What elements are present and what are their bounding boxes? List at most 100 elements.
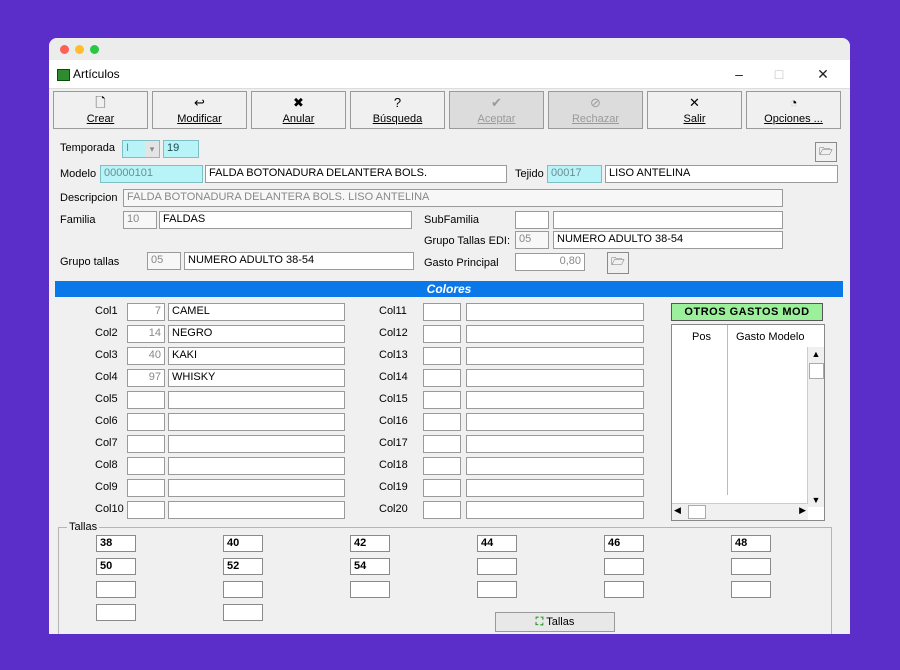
descripcion-field[interactable]: FALDA BOTONADURA DELANTERA BOLS. LISO AN… xyxy=(123,189,783,207)
color-code-field[interactable]: 97 xyxy=(127,369,165,387)
color-name-field[interactable] xyxy=(168,391,345,409)
talla-field[interactable]: 54 xyxy=(350,558,390,575)
grupo-tallas-desc-field[interactable]: NUMERO ADULTO 38-54 xyxy=(184,252,414,270)
color-code-field[interactable] xyxy=(423,457,461,475)
color-code-field[interactable] xyxy=(423,303,461,321)
talla-field[interactable]: 42 xyxy=(350,535,390,552)
folder-button[interactable]: 🗁 xyxy=(815,142,837,162)
color-name-field[interactable] xyxy=(466,435,644,453)
talla-field[interactable] xyxy=(731,581,771,598)
toolbar-button-2[interactable]: ✖ Anular xyxy=(251,91,346,129)
color-code-field[interactable] xyxy=(127,413,165,431)
color-code-field[interactable]: 7 xyxy=(127,303,165,321)
color-name-field[interactable]: CAMEL xyxy=(168,303,345,321)
talla-field[interactable]: 46 xyxy=(604,535,644,552)
close-icon[interactable]: ✕ xyxy=(809,64,837,84)
subfamilia-desc-field[interactable] xyxy=(553,211,783,229)
tejido-code-field[interactable]: 00017 xyxy=(547,165,602,183)
color-name-field[interactable] xyxy=(168,457,345,475)
color-code-field[interactable] xyxy=(127,501,165,519)
modelo-code-field[interactable]: 00000101 xyxy=(100,165,203,183)
color-code-field[interactable] xyxy=(127,457,165,475)
scroll-down-icon[interactable]: ▼ xyxy=(809,493,823,507)
talla-field[interactable] xyxy=(223,581,263,598)
color-name-field[interactable]: WHISKY xyxy=(168,369,345,387)
talla-field[interactable]: 50 xyxy=(96,558,136,575)
scroll-left-icon[interactable]: ◀ xyxy=(674,505,681,516)
horizontal-scrollbar[interactable]: ◀ ▶ xyxy=(672,503,808,520)
familia-desc-field[interactable]: FALDAS xyxy=(159,211,412,229)
color-name-field[interactable] xyxy=(466,479,644,497)
tallas-button[interactable]: ⛶ Tallas xyxy=(495,612,615,632)
otros-gastos-grid[interactable]: Pos Gasto Modelo ▲ ▼ ◀ ▶ xyxy=(671,324,825,521)
modelo-desc-field[interactable]: FALDA BOTONADURA DELANTERA BOLS. xyxy=(205,165,507,183)
grupo-tallas-code-field[interactable]: 05 xyxy=(147,252,181,270)
toolbar-button-3[interactable]: ? Búsqueda xyxy=(350,91,445,129)
talla-field[interactable] xyxy=(96,581,136,598)
subfamilia-code-field[interactable] xyxy=(515,211,549,229)
color-name-field[interactable] xyxy=(466,369,644,387)
talla-field[interactable] xyxy=(604,581,644,598)
color-name-field[interactable] xyxy=(168,501,345,519)
color-name-field[interactable] xyxy=(466,325,644,343)
talla-field[interactable] xyxy=(96,604,136,621)
color-name-field[interactable] xyxy=(466,303,644,321)
color-code-field[interactable] xyxy=(423,435,461,453)
color-name-field[interactable] xyxy=(466,501,644,519)
color-code-field[interactable] xyxy=(423,391,461,409)
color-code-field[interactable] xyxy=(127,435,165,453)
zoom-dot-icon[interactable] xyxy=(90,45,99,54)
scroll-right-icon[interactable]: ▶ xyxy=(799,505,806,516)
chevron-down-icon[interactable]: ▾ xyxy=(145,141,159,157)
grupo-edi-desc-field[interactable]: NUMERO ADULTO 38-54 xyxy=(553,231,783,249)
talla-field[interactable] xyxy=(731,558,771,575)
color-name-field[interactable] xyxy=(168,479,345,497)
color-name-field[interactable]: NEGRO xyxy=(168,325,345,343)
color-name-field[interactable]: KAKI xyxy=(168,347,345,365)
color-code-field[interactable] xyxy=(423,501,461,519)
color-code-field[interactable]: 40 xyxy=(127,347,165,365)
color-code-field[interactable] xyxy=(127,479,165,497)
talla-field[interactable]: 48 xyxy=(731,535,771,552)
toolbar-button-0[interactable]: 🗋 Crear xyxy=(53,91,148,129)
toolbar-button-5[interactable]: ⊘ Rechazar xyxy=(548,91,643,129)
toolbar-button-7[interactable]: ◔ Opciones ... xyxy=(746,91,841,129)
talla-field[interactable]: 38 xyxy=(96,535,136,552)
talla-field[interactable] xyxy=(604,558,644,575)
color-code-field[interactable]: 14 xyxy=(127,325,165,343)
gasto-principal-field[interactable]: 0,80 xyxy=(515,253,585,271)
color-code-field[interactable] xyxy=(423,369,461,387)
hscroll-thumb[interactable] xyxy=(688,505,706,519)
color-code-field[interactable] xyxy=(127,391,165,409)
minimize-dot-icon[interactable] xyxy=(75,45,84,54)
familia-code-field[interactable]: 10 xyxy=(123,211,157,229)
talla-field[interactable] xyxy=(350,581,390,598)
color-name-field[interactable] xyxy=(466,347,644,365)
color-code-field[interactable] xyxy=(423,479,461,497)
temporada-select[interactable]: I ▾ xyxy=(122,140,160,158)
scroll-up-icon[interactable]: ▲ xyxy=(809,347,823,361)
color-name-field[interactable] xyxy=(466,457,644,475)
grupo-edi-code-field[interactable]: 05 xyxy=(515,231,549,249)
tejido-desc-field[interactable]: LISO ANTELINA xyxy=(605,165,838,183)
toolbar-button-1[interactable]: ↩ Modificar xyxy=(152,91,247,129)
gasto-lookup-button[interactable]: 🗁 xyxy=(607,252,629,274)
toolbar-button-6[interactable]: ✕ Salir xyxy=(647,91,742,129)
color-code-field[interactable] xyxy=(423,413,461,431)
talla-field[interactable]: 52 xyxy=(223,558,263,575)
talla-field[interactable] xyxy=(477,558,517,575)
scroll-thumb[interactable] xyxy=(809,363,824,379)
talla-field[interactable]: 40 xyxy=(223,535,263,552)
color-code-field[interactable] xyxy=(423,347,461,365)
color-name-field[interactable] xyxy=(168,413,345,431)
talla-field[interactable]: 44 xyxy=(477,535,517,552)
talla-field[interactable] xyxy=(223,604,263,621)
minimize-icon[interactable]: – xyxy=(725,64,753,84)
color-code-field[interactable] xyxy=(423,325,461,343)
talla-field[interactable] xyxy=(477,581,517,598)
close-dot-icon[interactable] xyxy=(60,45,69,54)
color-name-field[interactable] xyxy=(168,435,345,453)
color-name-field[interactable] xyxy=(466,413,644,431)
color-name-field[interactable] xyxy=(466,391,644,409)
temporada-year-field[interactable]: 19 xyxy=(163,140,199,158)
